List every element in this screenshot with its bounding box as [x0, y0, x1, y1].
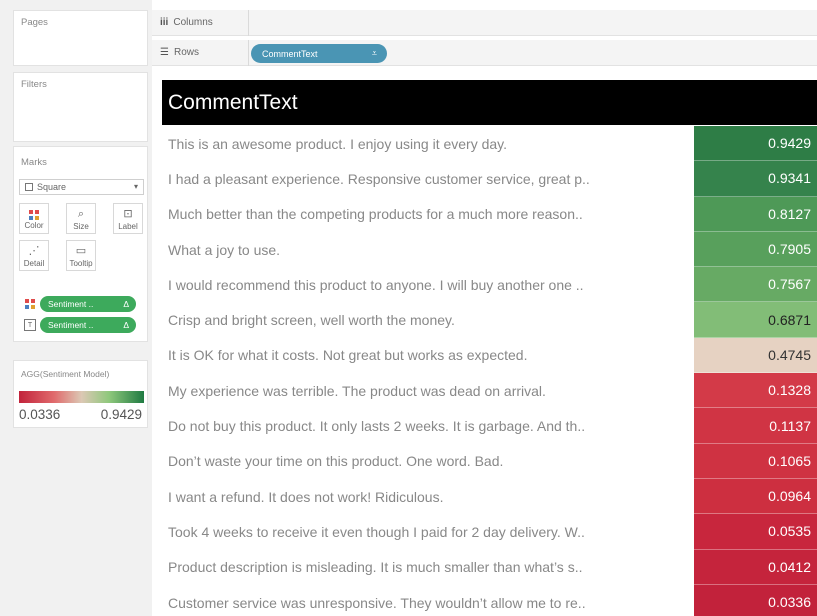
- rows-label-text: Rows: [173, 47, 199, 58]
- rows-icon: ☰: [160, 47, 169, 58]
- size-button[interactable]: ⌕ Size: [66, 203, 96, 234]
- table-row[interactable]: It is OK for what it costs. Not great bu…: [162, 337, 817, 374]
- comment-text: My experience was terrible. The product …: [168, 382, 546, 399]
- comment-text: I would recommend this product to anyone…: [168, 276, 584, 293]
- label-t-icon: T: [24, 319, 36, 331]
- detail-button[interactable]: ⋰ Detail: [19, 240, 49, 271]
- sentiment-cell[interactable]: 0.7905: [694, 231, 817, 268]
- marks-card: Marks Square ▾ Color ⌕ Size ⊡ Label ⋰ De…: [13, 146, 148, 342]
- sentiment-cell[interactable]: 0.0964: [694, 478, 817, 515]
- table-row[interactable]: Customer service was unresponsive. They …: [162, 584, 817, 616]
- sentiment-cell[interactable]: 0.1137: [694, 408, 817, 444]
- comment-text: Crisp and bright screen, well worth the …: [168, 312, 455, 329]
- sentiment-cell[interactable]: 0.0535: [694, 514, 817, 550]
- comment-text: I had a pleasant experience. Responsive …: [168, 170, 590, 187]
- table-row[interactable]: Product description is misleading. It is…: [162, 549, 817, 585]
- color-dots-icon: [24, 298, 36, 310]
- columns-label: iii Columns: [160, 17, 213, 28]
- pill-label: Sentiment ..: [48, 320, 94, 330]
- tooltip-icon: ▭: [75, 245, 87, 257]
- color-button-label: Color: [24, 221, 44, 230]
- comment-text: Do not buy this product. It only lasts 2…: [168, 418, 586, 435]
- table-row[interactable]: Much better than the competing products …: [162, 196, 817, 232]
- table-row[interactable]: Do not buy this product. It only lasts 2…: [162, 408, 817, 444]
- sentiment-cell[interactable]: 0.7567: [694, 267, 817, 303]
- color-pill-row: Sentiment .. Δ: [24, 295, 136, 313]
- table-row[interactable]: My experience was terrible. The product …: [162, 373, 817, 409]
- tooltip-button[interactable]: ▭ Tooltip: [66, 240, 96, 271]
- shelf-divider: [248, 10, 249, 36]
- label-pill-row: T Sentiment .. Δ: [24, 316, 136, 334]
- rows-shelf[interactable]: ☰ Rows CommentText ⩡: [152, 40, 817, 66]
- filters-card[interactable]: Filters: [13, 72, 148, 142]
- comment-text: Much better than the competing products …: [168, 206, 583, 223]
- mark-type-dropdown[interactable]: Square ▾: [19, 179, 144, 195]
- color-legend-card: AGG(Sentiment Model) 0.0336 0.9429: [13, 360, 148, 428]
- delta-icon: Δ: [123, 320, 129, 330]
- viz-header: CommentText: [162, 80, 817, 125]
- legend-max: 0.9429: [100, 407, 142, 422]
- legend-gradient: [19, 391, 144, 403]
- legend-title: AGG(Sentiment Model): [21, 369, 110, 379]
- detail-icon: ⋰: [28, 245, 40, 257]
- sentiment-cell[interactable]: 0.0336: [694, 584, 817, 616]
- delta-icon: Δ: [123, 299, 129, 309]
- sentiment-cell[interactable]: 0.1328: [694, 373, 817, 409]
- table-row[interactable]: I had a pleasant experience. Responsive …: [162, 161, 817, 197]
- filters-title: Filters: [21, 79, 47, 90]
- comment-text: It is OK for what it costs. Not great bu…: [168, 347, 528, 364]
- detail-button-label: Detail: [23, 259, 45, 268]
- rows-pill-label: CommentText: [262, 48, 318, 59]
- table-row[interactable]: Crisp and bright screen, well worth the …: [162, 302, 817, 338]
- sentiment-cell[interactable]: 0.6871: [694, 302, 817, 338]
- sentiment-cell[interactable]: 0.9341: [694, 161, 817, 197]
- sentiment-color-pill[interactable]: Sentiment .. Δ: [40, 296, 136, 312]
- comment-text: Product description is misleading. It is…: [168, 559, 583, 576]
- size-button-label: Size: [73, 222, 89, 231]
- table-row[interactable]: I want a refund. It does not work! Ridic…: [162, 478, 817, 515]
- label-t-icon: ⊡: [123, 208, 133, 220]
- commenttext-pill[interactable]: CommentText ⩡: [251, 44, 387, 63]
- columns-icon: iii: [160, 17, 169, 28]
- comment-text: Don’t waste your time on this product. O…: [168, 453, 504, 470]
- columns-shelf[interactable]: iii Columns: [152, 10, 817, 36]
- pill-label: Sentiment ..: [48, 299, 94, 309]
- sentiment-cell[interactable]: 0.8127: [694, 196, 817, 232]
- sentiment-cell[interactable]: 0.9429: [694, 126, 817, 162]
- pages-title: Pages: [21, 17, 48, 28]
- rows-label: ☰ Rows: [160, 47, 199, 58]
- sort-icon: ⩡: [371, 48, 377, 58]
- table-row[interactable]: This is an awesome product. I enjoy usin…: [162, 126, 817, 162]
- columns-label-text: Columns: [173, 17, 213, 28]
- color-button[interactable]: Color: [19, 203, 49, 234]
- size-icon: ⌕: [77, 208, 85, 220]
- comment-text: What a joy to use.: [168, 241, 281, 258]
- table-row[interactable]: Took 4 weeks to receive it even though I…: [162, 514, 817, 550]
- left-pane: Pages Filters Marks Square ▾ Color ⌕ Siz…: [0, 0, 152, 616]
- marks-title: Marks: [21, 157, 47, 168]
- color-dots-icon: [29, 210, 39, 220]
- pages-card[interactable]: Pages: [13, 10, 148, 66]
- mark-type-label: Square: [37, 182, 67, 192]
- label-button[interactable]: ⊡ Label: [113, 203, 143, 234]
- tooltip-button-label: Tooltip: [69, 259, 93, 268]
- comment-text: This is an awesome product. I enjoy usin…: [168, 135, 508, 152]
- comment-text: Took 4 weeks to receive it even though I…: [168, 523, 585, 540]
- chevron-down-icon: ▾: [133, 182, 138, 191]
- sentiment-cell[interactable]: 0.1065: [694, 443, 817, 479]
- table-row[interactable]: What a joy to use. 0.7905: [162, 231, 817, 268]
- comment-text: Customer service was unresponsive. They …: [168, 594, 586, 611]
- sentiment-cell[interactable]: 0.4745: [694, 337, 817, 374]
- shelf-divider: [248, 40, 249, 66]
- table-row[interactable]: Don’t waste your time on this product. O…: [162, 443, 817, 479]
- label-button-label: Label: [118, 222, 138, 231]
- comment-text: I want a refund. It does not work! Ridic…: [168, 488, 444, 505]
- square-icon: [25, 183, 33, 191]
- legend-min: 0.0336: [19, 407, 61, 422]
- sentiment-cell[interactable]: 0.0412: [694, 549, 817, 585]
- sentiment-label-pill[interactable]: Sentiment .. Δ: [40, 317, 136, 333]
- table-row[interactable]: I would recommend this product to anyone…: [162, 267, 817, 303]
- comment-table: This is an awesome product. I enjoy usin…: [162, 126, 817, 616]
